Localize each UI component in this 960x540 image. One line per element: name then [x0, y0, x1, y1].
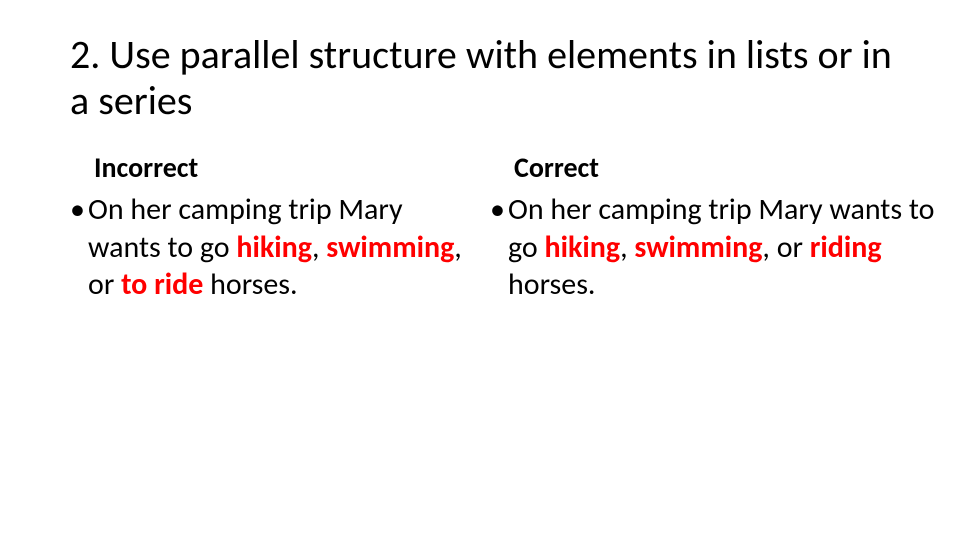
- incorrect-sentence: On her camping trip Mary wants to go hik…: [88, 191, 480, 304]
- highlight-swimming: swimming: [326, 229, 454, 266]
- heading-incorrect: Incorrect: [70, 150, 480, 185]
- correct-sentence: On her camping trip Mary wants to go hik…: [508, 191, 960, 304]
- column-incorrect: Incorrect • On her camping trip Mary wan…: [0, 150, 480, 304]
- text-fragment: or: [777, 229, 810, 266]
- text-fragment: ,: [762, 229, 776, 266]
- bullet-row-incorrect: • On her camping trip Mary wants to go h…: [70, 191, 480, 304]
- text-fragment: horses.: [508, 266, 596, 303]
- slide-title: 2. Use parallel structure with elements …: [70, 32, 900, 124]
- highlight-swimming: swimming: [634, 229, 762, 266]
- bullet-row-correct: • On her camping trip Mary wants to go h…: [490, 191, 960, 304]
- bullet-icon: •: [490, 191, 508, 229]
- highlight-to: to: [121, 266, 154, 303]
- content-columns: Incorrect • On her camping trip Mary wan…: [0, 150, 960, 304]
- highlight-riding: riding: [810, 229, 882, 266]
- column-correct: Correct • On her camping trip Mary wants…: [480, 150, 960, 304]
- text-fragment: horses.: [203, 266, 297, 303]
- text-fragment: ,: [620, 229, 634, 266]
- highlight-hiking: hiking: [545, 229, 621, 266]
- highlight-hiking: hiking: [236, 229, 312, 266]
- highlight-ride: ride: [154, 266, 203, 303]
- slide: 2. Use parallel structure with elements …: [0, 0, 960, 540]
- text-fragment: ,: [312, 229, 326, 266]
- heading-correct: Correct: [490, 150, 960, 185]
- bullet-icon: •: [70, 191, 88, 229]
